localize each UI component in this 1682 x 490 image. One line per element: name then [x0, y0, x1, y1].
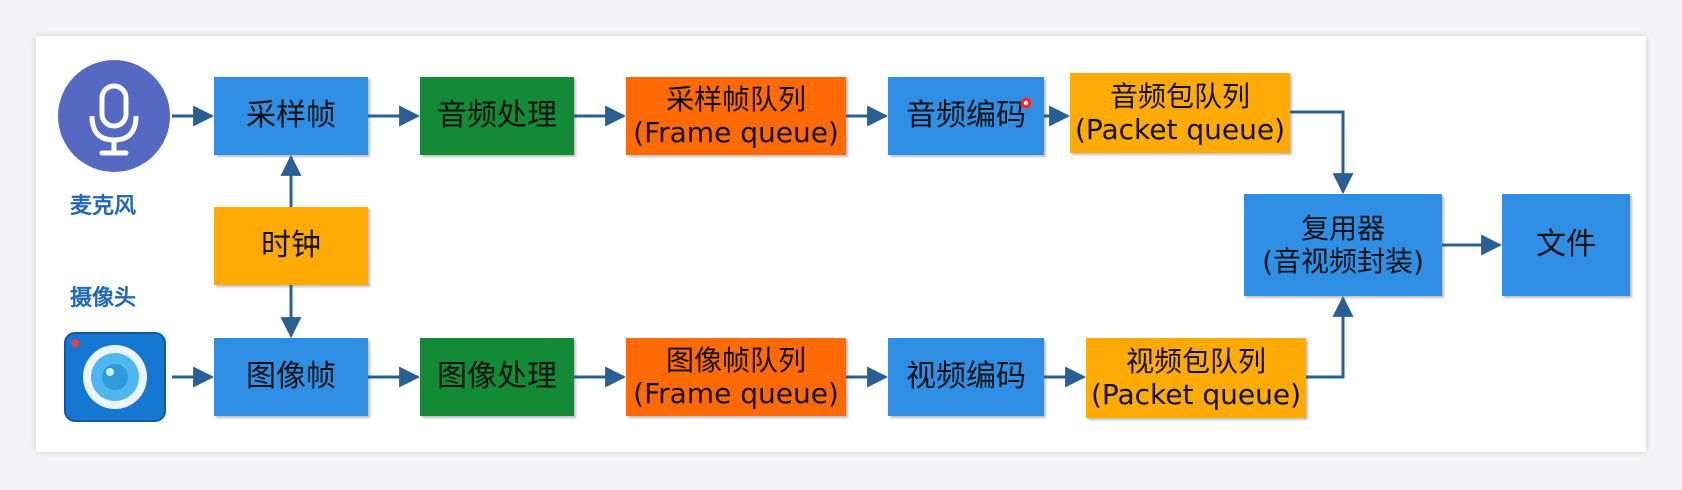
- clock-box: 时钟: [214, 207, 368, 285]
- audio-packet-queue-subtitle: (Packet queue): [1074, 113, 1286, 146]
- microphone-label: 麦克风: [70, 194, 137, 219]
- image-frame-label: 图像帧: [246, 359, 336, 395]
- file-box: 文件: [1502, 194, 1630, 296]
- audio-processing-label: 音频处理: [437, 98, 557, 134]
- camera-label: 摄像头: [70, 286, 137, 311]
- audio-packet-queue-title: 音频包队列: [1109, 79, 1250, 113]
- audio-frame-queue-box: 采样帧队列 (Frame queue): [626, 77, 846, 155]
- audio-frame-queue-subtitle: (Frame queue): [633, 116, 839, 149]
- audio-processing-box: 音频处理: [420, 77, 574, 155]
- video-frame-queue-title: 图像帧队列: [665, 343, 806, 377]
- video-frame-queue-box: 图像帧队列 (Frame queue): [626, 338, 846, 416]
- pointer-dot-icon: [1019, 95, 1033, 110]
- audio-encoder-box: 音频编码: [888, 77, 1044, 155]
- image-processing-box: 图像处理: [420, 338, 574, 416]
- sample-frame-box: 采样帧: [214, 77, 368, 155]
- clock-label: 时钟: [261, 228, 321, 264]
- muxer-box: 复用器 (音视频封装): [1244, 194, 1442, 296]
- sample-frame-label: 采样帧: [246, 98, 336, 134]
- image-frame-box: 图像帧: [214, 338, 368, 416]
- audio-frame-queue-title: 采样帧队列: [665, 82, 806, 116]
- audio-encoder-label: 音频编码: [906, 98, 1026, 134]
- muxer-title: 复用器: [1300, 211, 1385, 245]
- video-encoder-box: 视频编码: [888, 338, 1044, 416]
- image-processing-label: 图像处理: [437, 359, 557, 395]
- video-packet-queue-title: 视频包队列: [1125, 344, 1266, 378]
- video-encoder-label: 视频编码: [906, 359, 1026, 395]
- camera-icon: [64, 332, 166, 422]
- muxer-subtitle: (音视频封装): [1262, 245, 1424, 278]
- video-packet-queue-subtitle: (Packet queue): [1090, 378, 1302, 411]
- file-label: 文件: [1536, 227, 1596, 263]
- audio-packet-queue-box: 音频包队列 (Packet queue): [1070, 73, 1290, 153]
- microphone-icon: [58, 60, 170, 172]
- video-frame-queue-subtitle: (Frame queue): [633, 377, 839, 410]
- video-packet-queue-box: 视频包队列 (Packet queue): [1086, 338, 1306, 418]
